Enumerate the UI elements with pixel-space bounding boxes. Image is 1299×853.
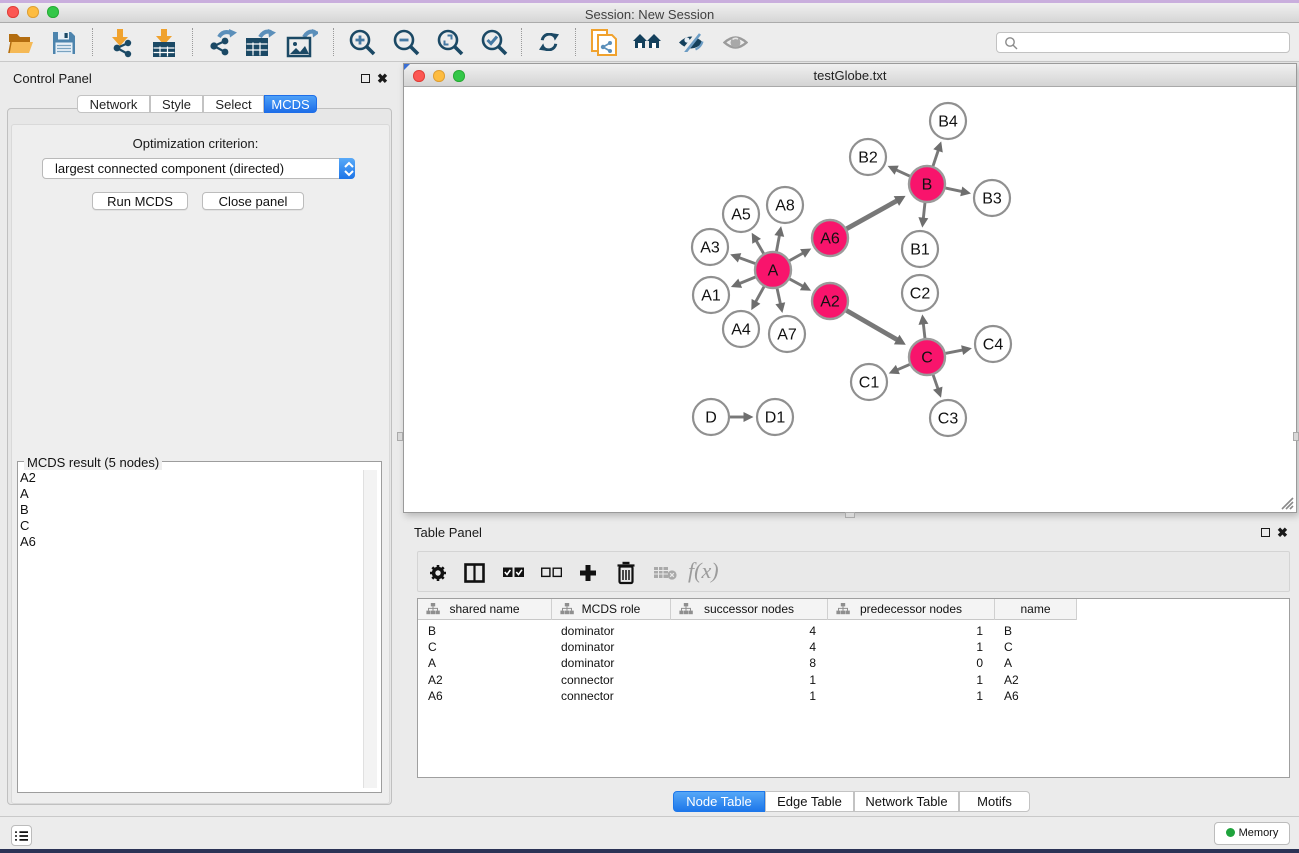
svg-text:D1: D1 [765, 410, 786, 427]
svg-text:B4: B4 [938, 114, 958, 131]
svg-text:A1: A1 [701, 288, 721, 305]
svg-text:C1: C1 [859, 375, 880, 392]
svg-text:B1: B1 [910, 242, 930, 259]
svg-text:C3: C3 [938, 411, 959, 428]
svg-text:A2: A2 [820, 294, 840, 311]
svg-text:A3: A3 [700, 240, 720, 257]
svg-text:C2: C2 [910, 286, 931, 303]
svg-text:B2: B2 [858, 150, 878, 167]
svg-text:C4: C4 [983, 337, 1004, 354]
svg-text:A4: A4 [731, 322, 751, 339]
svg-text:B: B [922, 177, 933, 194]
svg-text:A8: A8 [775, 198, 795, 215]
svg-text:B3: B3 [982, 191, 1002, 208]
svg-text:A: A [768, 263, 779, 280]
svg-text:A6: A6 [820, 231, 840, 248]
svg-text:D: D [705, 410, 717, 427]
svg-text:C: C [921, 350, 933, 367]
svg-text:A7: A7 [777, 327, 797, 344]
svg-text:A5: A5 [731, 207, 751, 224]
